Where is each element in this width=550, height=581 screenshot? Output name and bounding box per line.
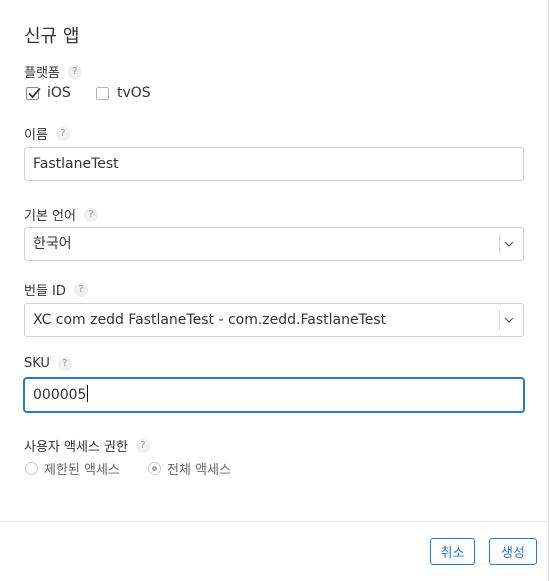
language-label-text: 기본 언어 (24, 209, 76, 224)
user-access-label: 사용자 액세스 권한 ? (24, 436, 150, 455)
sku-input[interactable]: 000005 (24, 378, 524, 412)
bundle-id-label-text: 번들 ID (24, 284, 66, 299)
tvos-check-icon (96, 86, 109, 100)
footer-divider (0, 521, 549, 522)
limited-access-radio[interactable]: 제한된 액세스 (25, 459, 120, 478)
tvos-checkbox[interactable]: tvOS (96, 85, 151, 101)
select-divider (499, 234, 500, 254)
sku-input-value: 000005 (33, 387, 87, 403)
name-input[interactable]: FastlaneTest (24, 147, 524, 181)
full-access-radio-icon (148, 462, 161, 475)
cancel-button[interactable]: 취소 (430, 538, 475, 565)
sku-label-text: SKU (24, 356, 50, 371)
ios-checkbox-label: iOS (47, 85, 71, 101)
sku-help-icon[interactable]: ? (57, 356, 72, 371)
limited-access-radio-icon (25, 462, 38, 475)
bundle-id-help-icon[interactable]: ? (73, 282, 88, 297)
platform-help-icon[interactable]: ? (67, 64, 82, 79)
language-select-value: 한국어 (33, 236, 72, 252)
user-access-label-text: 사용자 액세스 권한 (24, 440, 128, 455)
language-select[interactable]: 한국어 (24, 227, 524, 261)
dialog-title: 신규 앱 (24, 26, 80, 47)
ios-check-icon (26, 86, 41, 100)
name-label-text: 이름 (24, 128, 48, 143)
ios-checkbox[interactable]: iOS (26, 85, 71, 101)
select-divider (499, 310, 500, 330)
chevron-down-icon[interactable] (502, 228, 516, 260)
platform-label-text: 플랫폼 (24, 66, 60, 81)
language-label: 기본 언어 ? (24, 205, 98, 224)
platform-label: 플랫폼 ? (24, 62, 82, 81)
create-button[interactable]: 생성 (489, 538, 537, 565)
user-access-help-icon[interactable]: ? (135, 438, 150, 453)
bundle-id-label: 번들 ID ? (24, 280, 88, 299)
name-input-value: FastlaneTest (33, 156, 119, 172)
new-app-dialog: 신규 앱 플랫폼 ? iOS tvOS 이름 ? FastlaneTest 기본… (0, 0, 549, 581)
chevron-down-icon[interactable] (502, 304, 516, 336)
full-access-radio[interactable]: 전체 액세스 (148, 459, 231, 478)
language-help-icon[interactable]: ? (83, 207, 98, 222)
text-caret (87, 385, 89, 402)
sku-label: SKU ? (24, 356, 72, 371)
name-help-icon[interactable]: ? (55, 126, 70, 141)
bundle-id-select[interactable]: XC com zedd FastlaneTest - com.zedd.Fast… (24, 303, 524, 337)
name-label: 이름 ? (24, 124, 70, 143)
tvos-checkbox-label: tvOS (117, 85, 151, 101)
bundle-id-select-value: XC com zedd FastlaneTest - com.zedd.Fast… (33, 312, 387, 328)
limited-access-radio-label: 제한된 액세스 (44, 463, 120, 478)
full-access-radio-label: 전체 액세스 (167, 463, 231, 478)
